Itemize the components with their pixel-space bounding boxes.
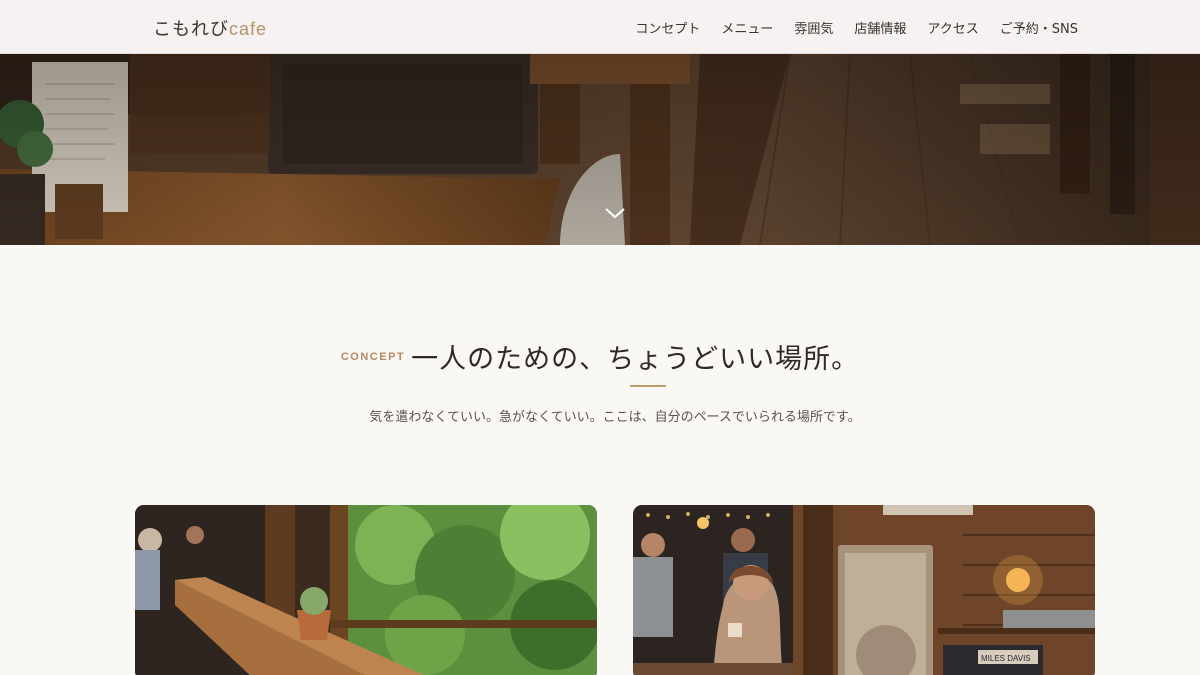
- nav-access[interactable]: アクセス: [927, 18, 978, 37]
- concept-heading: CONCEPT 一人のための、ちょうどいい場所。: [0, 337, 1200, 376]
- nav-concept[interactable]: コンセプト: [635, 18, 700, 37]
- hero-image: [0, 54, 1200, 245]
- window-counter-plants-photo: [135, 505, 597, 675]
- concept-title: 一人のための、ちょうどいい場所。: [411, 344, 860, 375]
- concept-description: 気を遣わなくていい。急がなくていい。ここは、自分のペースでいられる場所です。: [369, 410, 861, 425]
- record-label: MILES DAVIS: [981, 654, 1031, 663]
- nav-atmosphere[interactable]: 雰囲気: [794, 18, 833, 37]
- logo-jp: こもれび: [153, 19, 229, 40]
- nav-reservation-sns[interactable]: ご予約・SNS: [1000, 18, 1078, 37]
- concept-divider: [630, 385, 666, 387]
- main-nav: コンセプト メニュー 雰囲気 店舗情報 アクセス ご予約・SNS: [635, 18, 1078, 37]
- photo-card-window: [135, 505, 597, 675]
- woman-reading-with-coffee-photo: MILES DAVIS: [633, 505, 1095, 675]
- photo-card-reading: MILES DAVIS: [633, 505, 1095, 675]
- chevron-down-icon[interactable]: [603, 205, 627, 221]
- cafe-interior-photo: [0, 54, 1200, 245]
- concept-label: CONCEPT: [340, 350, 406, 363]
- site-header: こもれびcafe コンセプト メニュー 雰囲気 店舗情報 アクセス ご予約・SN…: [0, 0, 1200, 54]
- logo-en: cafe: [229, 19, 268, 39]
- nav-menu[interactable]: メニュー: [721, 18, 773, 37]
- nav-store-info[interactable]: 店舗情報: [854, 18, 906, 37]
- site-logo[interactable]: こもれびcafe: [153, 15, 267, 41]
